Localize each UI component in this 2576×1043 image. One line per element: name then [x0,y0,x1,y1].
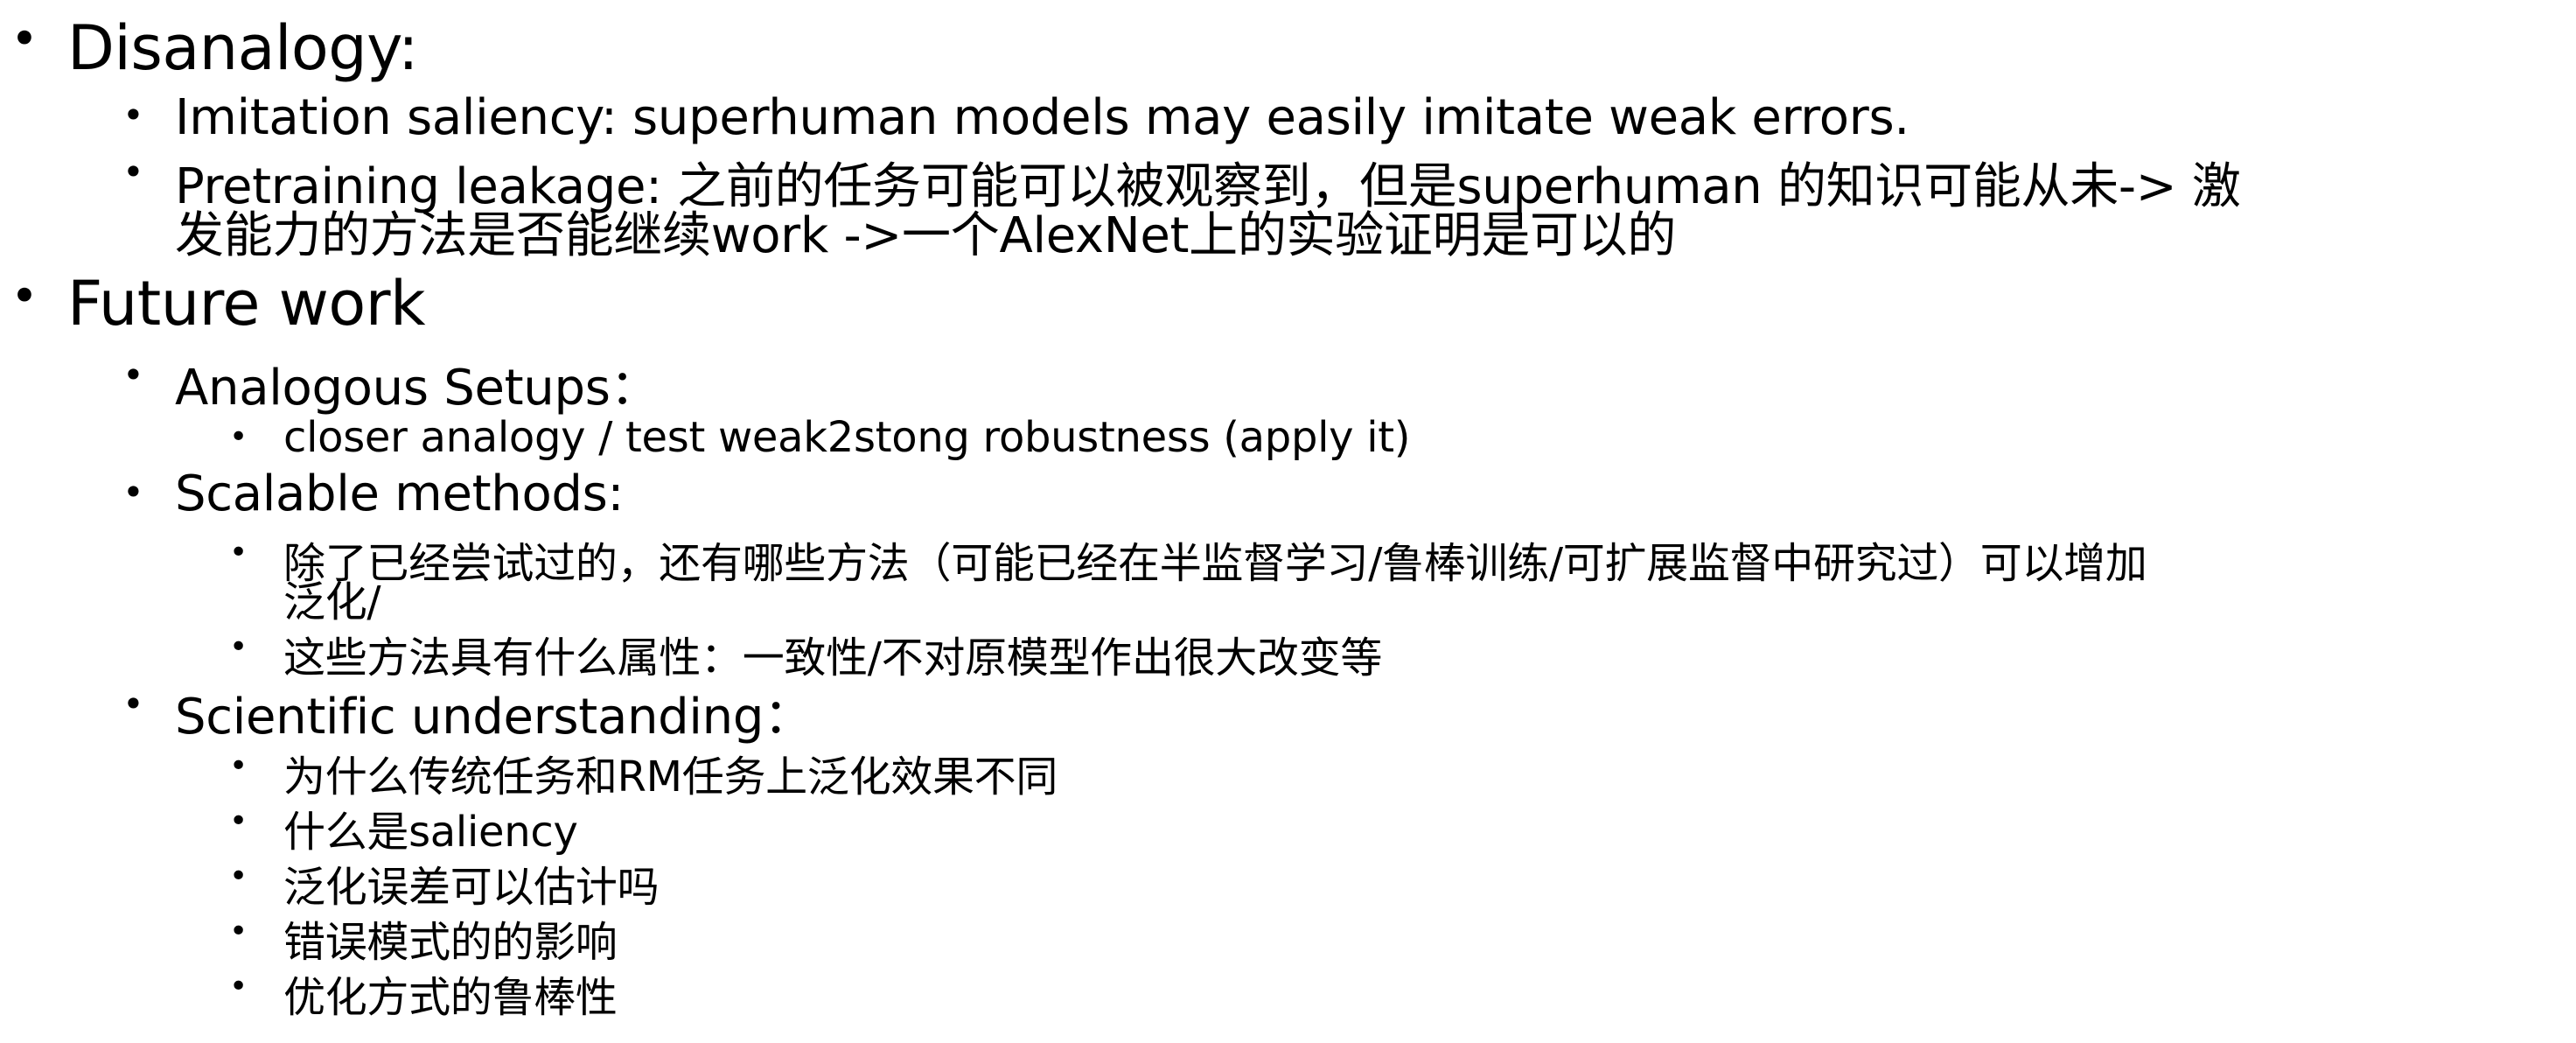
bullet-icon: • [229,629,248,665]
slide: • Disanalogy: • Imitation saliency: supe… [0,0,2576,1043]
sub-item-text: 为什么传统任务和RM任务上泛化效果不同 [283,752,1058,802]
sub-item-text-line-1: 除了已经尝试过的，还有哪些方法（可能已经在半监督学习/鲁棒训练/可扩展监督中研究… [283,539,2147,588]
heading-text: Disanalogy: [67,12,419,84]
bullet-icon: • [122,354,144,396]
bullet-icon: • [229,748,248,784]
bullet-icon: • [229,535,248,570]
bullet-icon: • [122,471,144,514]
item-text: Scalable methods: [175,466,625,522]
bullet-icon: • [229,858,248,894]
sub-item-text: 什么是saliency [283,808,578,857]
bullet-icon: • [10,11,38,66]
bullet-icon: • [229,914,248,949]
bullet-icon: • [229,803,248,839]
bullet-icon: • [10,269,38,324]
bullet-icon: • [229,419,248,455]
sub-item-text: 错误模式的的影响 [283,918,618,967]
bullet-icon: • [122,150,144,193]
bullet-icon: • [122,94,144,136]
sub-item-text: 优化方式的鲁棒性 [283,973,618,1022]
item-text-line-2: 发能力的方法是否能继续work ->一个AlexNet上的实验证明是可以的 [175,207,1677,264]
item-text: Imitation saliency: superhuman models ma… [175,89,1909,146]
sub-item-text: 泛化误差可以估计吗 [283,863,660,912]
bullet-icon: • [229,969,248,1004]
item-text: Scientific understanding： [175,689,813,746]
bullet-icon: • [122,682,144,725]
sub-item-text-line-2: 泛化/ [283,578,381,626]
sub-item-text: 这些方法具有什么属性：一致性/不对原模型作出很大改变等 [283,634,1383,682]
sub-item-text: closer analogy / test weak2stong robustn… [283,413,1411,462]
item-text: Analogous Setups： [175,360,660,416]
heading-text: Future work [67,268,426,340]
